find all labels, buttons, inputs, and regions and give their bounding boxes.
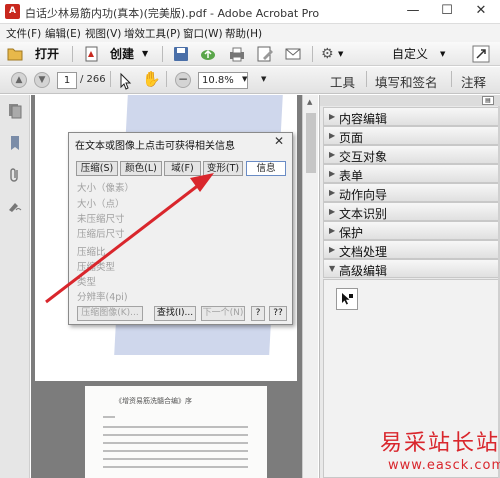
menu-bar: 文件(F) 编辑(E) 视图(V) 增效工具(P) 窗口(W) 帮助(H) <box>0 24 500 42</box>
menu-file[interactable]: 文件(F) <box>6 26 41 41</box>
field-compression-type: 压缩类型 <box>77 262 116 273</box>
customize-dropdown-icon[interactable]: ▼ <box>440 44 445 64</box>
attachments-icon[interactable] <box>8 167 22 183</box>
bookmarks-icon[interactable] <box>8 135 22 151</box>
document-scrollbar[interactable]: ▲ <box>302 95 318 478</box>
menu-window[interactable]: 窗口(W) <box>183 26 223 41</box>
navigation-pane <box>0 95 30 478</box>
field-type: 类型 <box>77 277 97 288</box>
menu-edit[interactable]: 编辑(E) <box>45 26 81 41</box>
customize-button[interactable]: 自定义 <box>392 44 428 64</box>
panel-forms[interactable]: ▶ 表单 <box>323 164 499 183</box>
expand-arrow-icon: ▶ <box>329 131 336 140</box>
create-pdf-icon <box>85 46 98 62</box>
scroll-up-icon[interactable]: ▲ <box>307 98 312 106</box>
pane-options-icon[interactable]: ▤ <box>482 96 494 105</box>
zoom-input[interactable]: 10.8% <box>198 72 248 89</box>
expand-arrow-icon: ▶ <box>329 245 336 254</box>
expand-arrow-icon: ▶ <box>329 207 336 216</box>
acrobat-icon: A <box>5 4 20 19</box>
touchup-object-tool-icon[interactable] <box>336 288 358 310</box>
expand-arrow-icon: ▶ <box>329 188 336 197</box>
field-compression-ratio: 压缩比 <box>77 247 106 258</box>
print-icon[interactable] <box>228 45 246 63</box>
find-button[interactable]: 查找(I)... <box>154 306 196 321</box>
tab-color[interactable]: 颜色(L) <box>120 161 162 176</box>
zoom-dropdown-icon[interactable]: ▼ <box>242 75 247 83</box>
page-total: / 266 <box>80 74 106 85</box>
tab-tools[interactable]: 工具 <box>330 72 355 91</box>
watermark-url: www.easck.com <box>388 458 500 473</box>
scrollbar-thumb[interactable] <box>306 113 316 173</box>
hand-tool-icon[interactable]: ✋ <box>142 70 161 88</box>
zoom-out-icon[interactable]: − <box>175 72 191 88</box>
menu-plugins[interactable]: 增效工具(P) <box>124 26 181 41</box>
help-button[interactable]: ? <box>251 306 265 321</box>
panel-content-editing[interactable]: ▶ 内容编辑 <box>323 107 499 126</box>
dialog-title: 在文本或图像上点击可获得相关信息 <box>75 141 235 152</box>
close-button[interactable]: ✕ <box>464 0 498 22</box>
create-button[interactable]: 创建 <box>110 44 134 64</box>
panel-document-processing[interactable]: ▶ 文档处理 <box>323 240 499 259</box>
window-title: 白话少林易筋内功(真本)(完美版).pdf - Adobe Acrobat Pr… <box>25 7 320 20</box>
expand-arrow-icon: ▶ <box>329 226 336 235</box>
navigation-toolbar: ▲ ▼ 1 / 266 ✋ − 10.8% ▼ ▼ 工具 填写和签名 注释 <box>0 67 500 94</box>
page-number-input[interactable]: 1 <box>57 72 77 89</box>
dialog-close-icon[interactable]: ✕ <box>274 134 284 148</box>
expand-icon[interactable] <box>472 45 490 63</box>
tab-info[interactable]: 信息 <box>246 161 286 176</box>
field-uncompressed-size: 未压缩尺寸 <box>77 214 125 225</box>
more-tools-icon[interactable]: ▼ <box>261 75 266 83</box>
panel-protection[interactable]: ▶ 保护 <box>323 221 499 240</box>
page-2-title: 《增资易筋洗髓合编》序 <box>115 397 192 405</box>
expand-arrow-icon: ▶ <box>329 150 336 159</box>
previous-page-icon[interactable]: ▲ <box>11 72 27 88</box>
tab-fill-sign[interactable]: 填写和签名 <box>375 72 438 91</box>
next-page-icon[interactable]: ▼ <box>34 72 50 88</box>
expand-arrow-icon: ▶ <box>329 112 336 121</box>
email-icon[interactable] <box>284 45 302 63</box>
tab-comment[interactable]: 注释 <box>461 72 486 91</box>
maximize-button[interactable]: ☐ <box>430 0 464 22</box>
field-size-pixels: 大小（像素） <box>77 183 135 194</box>
help-more-button[interactable]: ?? <box>269 306 287 321</box>
tab-compress[interactable]: 压缩(S) <box>76 161 118 176</box>
cloud-upload-icon[interactable] <box>199 45 217 63</box>
panel-action-wizard[interactable]: ▶ 动作向导 <box>323 183 499 202</box>
menu-help[interactable]: 帮助(H) <box>225 26 262 41</box>
panel-interactive-objects[interactable]: ▶ 交互对象 <box>323 145 499 164</box>
title-bar: A 白话少林易筋内功(真本)(完美版).pdf - Adobe Acrobat … <box>0 0 500 24</box>
panel-advanced-editing[interactable]: ▼ 高级编辑 <box>323 259 499 278</box>
panel-text-recognition[interactable]: ▶ 文本识别 <box>323 202 499 221</box>
tools-pane: ▤ ▶ 内容编辑 ▶ 页面 ▶ 交互对象 ▶ 表单 ▶ 动作向导 ▶ 文本识别 … <box>319 95 500 478</box>
compress-image-button[interactable]: 压缩图像(K)... <box>77 306 143 321</box>
tab-field[interactable]: 域(F) <box>164 161 201 176</box>
folder-open-icon <box>7 48 23 61</box>
field-resolution: 分辨率(4pi) <box>77 292 128 303</box>
settings-icon[interactable]: ⚙ <box>321 44 334 64</box>
expand-arrow-icon: ▶ <box>329 169 336 178</box>
collapse-arrow-icon: ▼ <box>329 264 336 273</box>
select-tool-icon[interactable] <box>118 72 134 90</box>
object-info-dialog: 在文本或图像上点击可获得相关信息 ✕ 压缩(S) 颜色(L) 域(F) 变形(T… <box>68 132 293 325</box>
page-thumbnails-icon[interactable] <box>8 103 22 119</box>
save-icon[interactable] <box>172 45 190 63</box>
signatures-icon[interactable] <box>8 198 22 214</box>
main-toolbar: 打开 创建 ▼ ⚙ ▼ 自定义 ▼ <box>0 42 500 66</box>
field-compressed-size: 压缩后尺寸 <box>77 229 125 240</box>
minimize-button[interactable]: — <box>396 0 430 22</box>
settings-dropdown-icon[interactable]: ▼ <box>338 44 343 64</box>
edit-icon[interactable] <box>256 45 274 63</box>
tab-transform[interactable]: 变形(T) <box>203 161 243 176</box>
document-page-2[interactable]: 《增资易筋洗髓合编》序 <box>85 386 267 478</box>
field-size-points: 大小（点） <box>77 199 125 210</box>
next-button[interactable]: 下一个(N) <box>201 306 245 321</box>
create-dropdown-icon[interactable]: ▼ <box>142 44 148 64</box>
panel-pages[interactable]: ▶ 页面 <box>323 126 499 145</box>
open-button[interactable]: 打开 <box>35 44 59 64</box>
menu-view[interactable]: 视图(V) <box>85 26 121 41</box>
watermark-text: 易采站长站 <box>380 431 500 456</box>
